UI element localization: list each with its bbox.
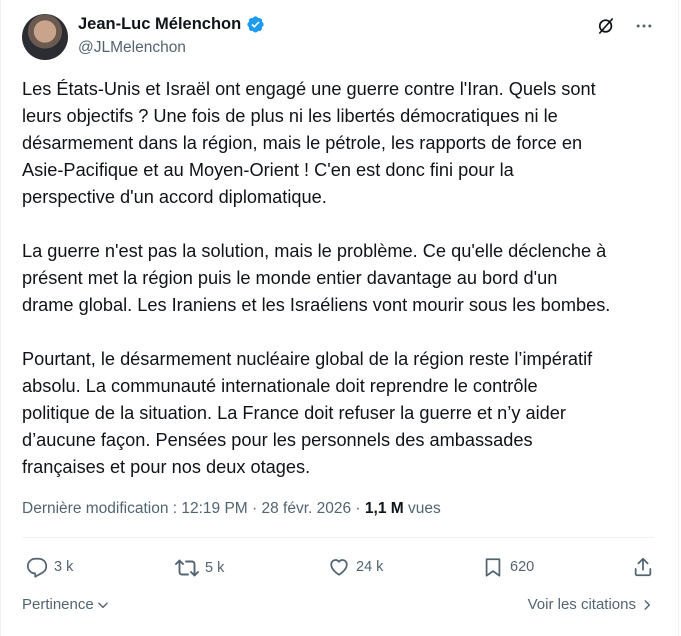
post-paragraph: Pourtant, le désarmement nucléaire globa… — [22, 349, 593, 477]
bookmark-count: 620 — [510, 559, 535, 575]
reply-icon — [26, 557, 48, 578]
like-count: 24 k — [356, 559, 384, 575]
post-text: Les États-Unis et Israël ont engagé une … — [22, 76, 662, 508]
repost-count: 5 k — [205, 560, 225, 576]
bookmark-icon — [485, 558, 501, 577]
sort-label: Pertinence — [22, 596, 94, 613]
chevron-right-icon — [644, 599, 651, 610]
verified-badge-icon — [247, 16, 264, 33]
views-label: vues — [403, 500, 441, 517]
reply-count: 3 k — [54, 559, 74, 575]
like-icon — [330, 559, 348, 576]
divider — [22, 537, 654, 538]
author-display-name[interactable]: Jean-Luc Mélenchon — [78, 15, 241, 34]
bookmark-button[interactable]: 620 — [482, 556, 534, 578]
grok-icon[interactable] — [596, 16, 616, 36]
share-button[interactable] — [632, 556, 654, 578]
sort-dropdown[interactable]: Pertinence — [22, 596, 110, 613]
post-container: Jean-Luc Mélenchon @JLMelenchon Les État… — [0, 0, 679, 636]
top-actions — [596, 16, 654, 36]
post-meta: Dernière modification : 12:19 PM · 28 fé… — [22, 500, 441, 518]
avatar[interactable] — [22, 14, 68, 60]
author-handle[interactable]: @JLMelenchon — [78, 39, 186, 57]
repost-icon — [175, 559, 199, 577]
reply-button[interactable]: 3 k — [26, 556, 73, 578]
author-name-row: Jean-Luc Mélenchon — [78, 15, 265, 34]
chevron-down-icon — [97, 602, 108, 608]
view-quotes-link[interactable]: Voir les citations — [528, 596, 654, 613]
action-bar: 3 k 5 k 24 k 620 — [22, 556, 658, 586]
repost-button[interactable]: 5 k — [175, 556, 224, 580]
more-icon[interactable] — [634, 16, 654, 36]
quotes-label: Voir les citations — [527, 596, 636, 613]
views-count: 1,1 M — [364, 500, 404, 517]
post-paragraph: Les États-Unis et Israël ont engagé une … — [22, 79, 596, 207]
share-icon — [634, 557, 652, 577]
post-paragraph: La guerre n'est pas la solution, mais le… — [22, 241, 611, 315]
timestamp[interactable]: Dernière modification : 12:19 PM · 28 fé… — [22, 500, 365, 517]
like-button[interactable]: 24 k — [328, 556, 383, 578]
